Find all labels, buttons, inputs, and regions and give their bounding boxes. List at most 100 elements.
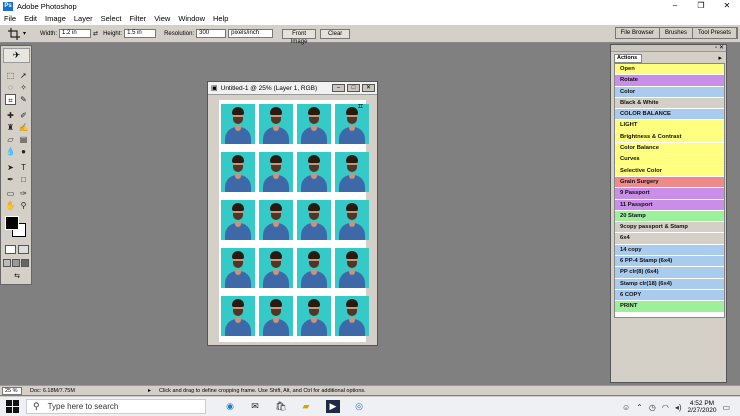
eyedropper-tool-icon[interactable]: ✑	[18, 188, 29, 199]
file-explorer-icon[interactable]: ▰	[299, 400, 313, 413]
action-item[interactable]: Stamp clr(18) (6x4)	[615, 278, 724, 290]
pen-tool-icon[interactable]: ✒	[5, 174, 16, 185]
action-item[interactable]: Rotate	[615, 75, 724, 87]
restore-button[interactable]: ❐	[688, 0, 714, 12]
menu-select[interactable]: Select	[101, 14, 122, 23]
action-item[interactable]: Selective Color	[615, 165, 724, 177]
clone-stamp-tool-icon[interactable]: ♜	[5, 122, 16, 133]
document-canvas[interactable]	[219, 100, 369, 342]
store-icon[interactable]: 🛍	[274, 400, 288, 413]
resolution-unit-select[interactable]: pixels/inch	[228, 29, 274, 38]
shape-tool-icon[interactable]: □	[18, 174, 29, 185]
notifications-icon[interactable]: ▭	[722, 403, 730, 412]
standard-mode-icon[interactable]	[5, 245, 16, 254]
menu-help[interactable]: Help	[213, 14, 228, 23]
action-item[interactable]: PRINT	[615, 301, 724, 313]
front-image-button[interactable]: Front Image	[282, 28, 317, 45]
blur-tool-icon[interactable]: 💧	[5, 146, 16, 157]
path-selection-tool-icon[interactable]: ➤	[5, 162, 16, 173]
adobe-online-icon[interactable]: ✈	[3, 48, 30, 63]
swap-icon[interactable]: ⇄	[93, 30, 98, 37]
action-item[interactable]: PP clr(8) (6x4)	[615, 267, 724, 279]
photoshop-taskbar-icon[interactable]: ▶	[326, 400, 340, 413]
action-item[interactable]: 6 PP-4 Stamp (6x4)	[615, 256, 724, 268]
clear-button[interactable]: Clear	[320, 28, 351, 39]
status-arrow-icon[interactable]: ▸	[148, 387, 151, 394]
menu-image[interactable]: Image	[45, 14, 66, 23]
height-input[interactable]: 1.5 in	[124, 29, 157, 38]
resolution-input[interactable]: 300	[196, 29, 227, 38]
action-item[interactable]: Color Balance	[615, 143, 724, 155]
minimize-button[interactable]: –	[662, 0, 688, 12]
screen-mode-full-menu-icon[interactable]	[12, 259, 20, 267]
magic-wand-tool-icon[interactable]: ✧	[18, 82, 29, 93]
action-item[interactable]: Grain Surgery	[615, 176, 724, 189]
action-item[interactable]: 11 Passport	[615, 199, 724, 211]
notes-tool-icon[interactable]: ▭	[5, 188, 16, 199]
action-item[interactable]: Brightness & Contrast	[615, 131, 724, 144]
taskbar-clock[interactable]: 4:52 PM 2/27/2020	[688, 400, 717, 414]
document-title-bar[interactable]: ▣ Untitled-1 @ 25% (Layer 1, RGB) – □ ✕	[208, 82, 377, 95]
palette-menu-icon[interactable]: ▸	[718, 54, 722, 62]
width-input[interactable]: 1.2 in	[59, 29, 92, 38]
menu-window[interactable]: Window	[178, 14, 205, 23]
actions-tab[interactable]: Actions	[614, 54, 642, 63]
menu-file[interactable]: File	[4, 14, 16, 23]
tool-presets-tab[interactable]: Tool Presets	[692, 28, 737, 38]
action-item[interactable]: COLOR BALANCE	[615, 109, 724, 121]
action-item[interactable]: Open	[615, 64, 724, 76]
show-hidden-icons-chevron-icon[interactable]: ⌃	[636, 403, 643, 412]
brush-tool-icon[interactable]: ✐	[18, 110, 29, 121]
close-button[interactable]: ✕	[714, 0, 740, 12]
history-brush-tool-icon[interactable]: ✍	[18, 122, 29, 133]
action-item[interactable]: LIGHT	[615, 120, 724, 132]
action-item[interactable]: 9copy passport & Stamp	[615, 222, 724, 234]
palette-close-icon[interactable]: ▫ ✕	[715, 44, 724, 51]
eraser-tool-icon[interactable]: ▱	[5, 134, 16, 145]
doc-size-info[interactable]: Doc: 6.18M/7.75M	[30, 388, 148, 394]
doc-minimize-button[interactable]: –	[332, 84, 345, 92]
slice-tool-icon[interactable]: ✎	[18, 94, 29, 105]
menu-edit[interactable]: Edit	[24, 14, 37, 23]
mail-icon[interactable]: ✉	[248, 400, 262, 413]
crop-tool-icon[interactable]	[8, 27, 22, 40]
gradient-tool-icon[interactable]: ▤	[18, 134, 29, 145]
volume-icon[interactable]: ◂)	[675, 403, 682, 412]
file-browser-tab[interactable]: File Browser	[615, 28, 660, 38]
windows-start-icon[interactable]	[6, 400, 19, 413]
crop-tool-icon[interactable]: ⌗	[5, 94, 16, 105]
imageready-jump-icon[interactable]: ⇆	[5, 272, 29, 282]
action-item[interactable]: 9 Passport	[615, 188, 724, 200]
action-item[interactable]: Black & White	[615, 97, 724, 110]
marquee-tool-icon[interactable]: ⬚	[5, 70, 16, 81]
action-item[interactable]: 20 Stamp	[615, 210, 724, 223]
action-item[interactable]: 6x4	[615, 233, 724, 245]
zoom-field[interactable]: 25 %	[2, 386, 22, 395]
edge-browser-icon[interactable]: ◉	[223, 400, 237, 413]
taskbar-search-box[interactable]: ⚲ Type here to search	[26, 399, 206, 414]
wifi-icon[interactable]: ◠	[662, 403, 669, 412]
action-item[interactable]: Color	[615, 86, 724, 98]
menu-view[interactable]: View	[154, 14, 170, 23]
hand-tool-icon[interactable]: ✋	[5, 200, 16, 211]
screen-mode-standard-icon[interactable]	[3, 259, 11, 267]
palette-title-bar[interactable]: ▫ ✕	[611, 45, 726, 52]
quick-mask-mode-icon[interactable]	[18, 245, 29, 254]
menu-filter[interactable]: Filter	[130, 14, 147, 23]
doc-maximize-button[interactable]: □	[347, 84, 360, 92]
screen-mode-full-icon[interactable]	[21, 259, 29, 267]
doc-close-button[interactable]: ✕	[362, 84, 375, 92]
move-tool-icon[interactable]: ➚	[18, 70, 29, 81]
dodge-tool-icon[interactable]: ●	[18, 146, 29, 157]
type-tool-icon[interactable]: T	[18, 162, 29, 173]
browser-taskbar-icon[interactable]: ◎	[352, 400, 366, 413]
action-item[interactable]: 14 copy	[615, 244, 724, 257]
people-icon[interactable]: ☺	[622, 403, 630, 412]
clock-app-icon[interactable]: ◷	[649, 403, 656, 412]
healing-brush-tool-icon[interactable]: ✚	[5, 110, 16, 121]
brushes-tab[interactable]: Brushes	[659, 28, 693, 38]
lasso-tool-icon[interactable]: ◌	[5, 82, 16, 93]
action-item[interactable]: Curves	[615, 154, 724, 166]
menu-layer[interactable]: Layer	[74, 14, 93, 23]
tool-preset-chevron-icon[interactable]: ▾	[23, 30, 26, 37]
